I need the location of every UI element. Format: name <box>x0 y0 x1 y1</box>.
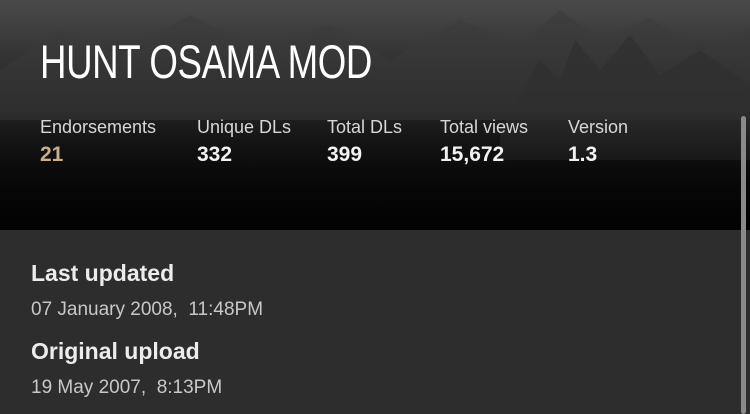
mod-title: HUNT OSAMA MOD <box>40 35 372 88</box>
mod-header-banner: HUNT OSAMA MOD Endorsements 21 Unique DL… <box>0 0 750 230</box>
last-updated-heading: Last updated <box>31 260 175 286</box>
stat-value: 1.3 <box>568 143 598 166</box>
stat-unique-downloads: Unique DLs 332 <box>197 116 291 167</box>
stat-total-downloads: Total DLs 399 <box>327 116 402 167</box>
stat-value: 399 <box>327 143 363 166</box>
stats-row: Endorsements 21 Unique DLs 332 Total DLs… <box>0 116 700 176</box>
stat-value: 15,672 <box>440 143 505 166</box>
last-updated-date: 07 January 2008, 11:48PM <box>31 299 264 320</box>
scrollbar[interactable] <box>741 116 746 414</box>
stat-value: 21 <box>40 143 64 166</box>
stat-label: Endorsements <box>40 117 157 137</box>
stat-value: 332 <box>197 143 233 166</box>
original-upload-date: 19 May 2007, 8:13PM <box>31 377 223 398</box>
original-upload-heading: Original upload <box>31 338 200 364</box>
stat-endorsements: Endorsements 21 <box>40 116 156 167</box>
stat-total-views: Total views 15,672 <box>440 116 528 167</box>
mod-dates-panel: Last updated 07 January 2008, 11:48PM Or… <box>0 230 750 414</box>
stat-version: Version 1.3 <box>568 116 628 167</box>
stat-label: Total views <box>440 117 529 137</box>
stat-label: Unique DLs <box>197 117 292 137</box>
stat-label: Version <box>568 117 629 137</box>
stat-label: Total DLs <box>327 117 403 137</box>
